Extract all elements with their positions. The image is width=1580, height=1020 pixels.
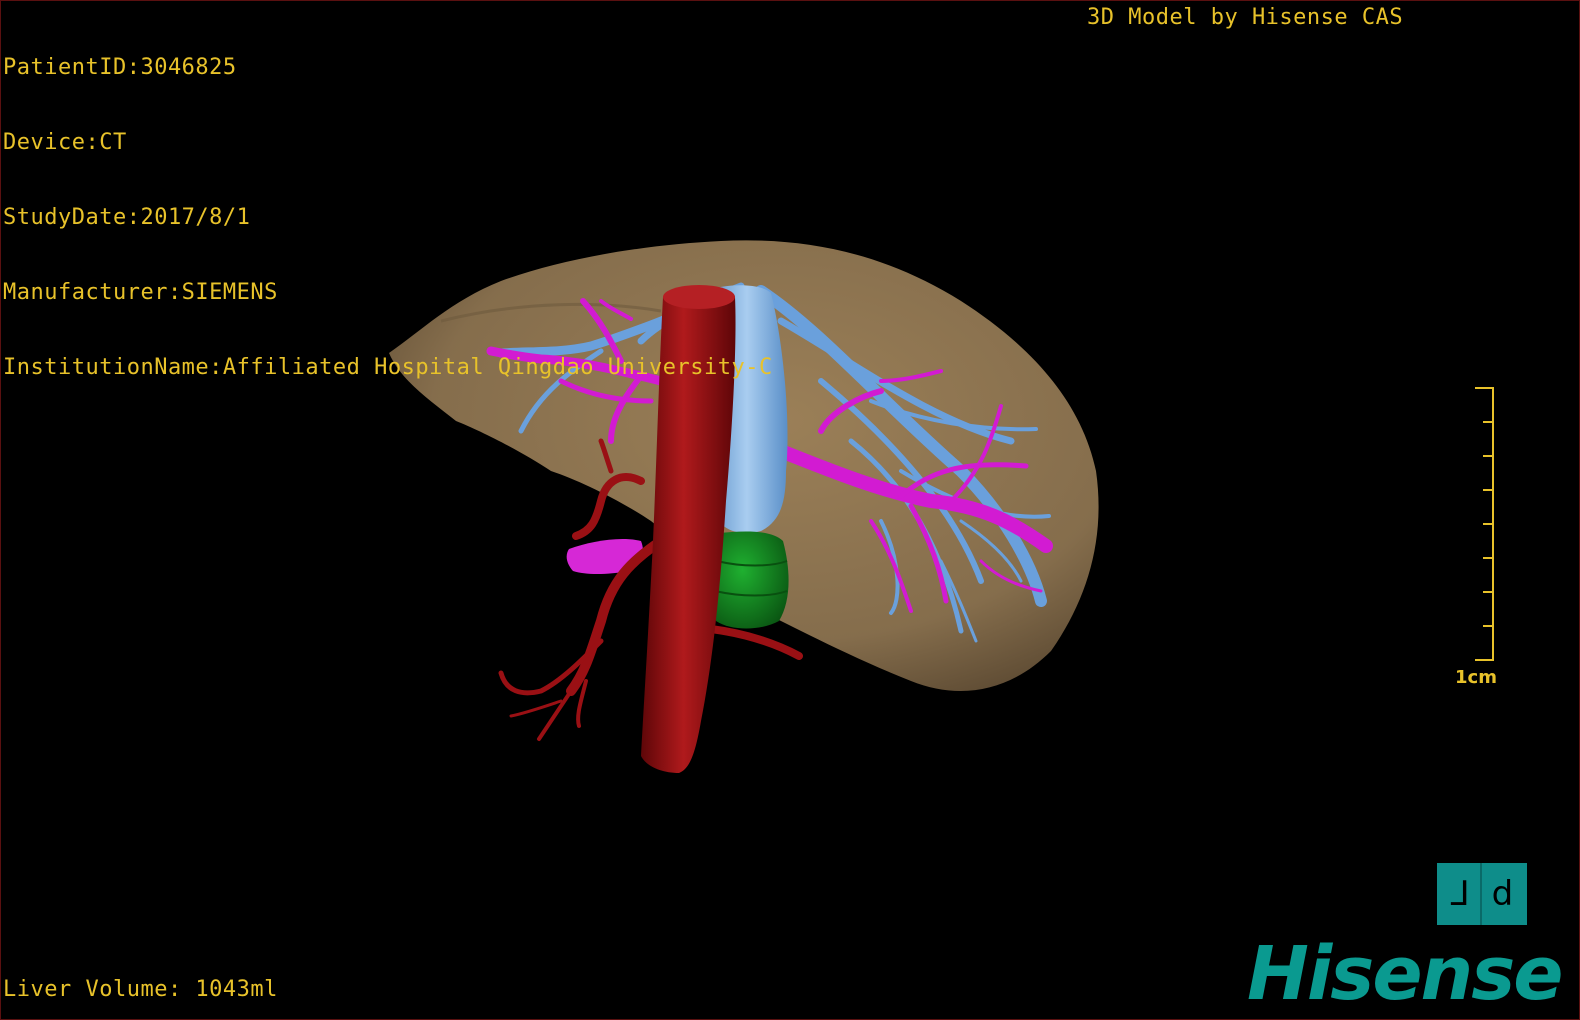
orientation-right-glyph: d	[1491, 874, 1514, 914]
scale-bar	[1475, 387, 1494, 661]
study-date: StudyDate:2017/8/1	[3, 205, 251, 230]
scale-label: 1cm	[1455, 667, 1497, 688]
model-credit: 3D Model by Hisense CAS	[1087, 5, 1404, 30]
device: Device:CT	[3, 130, 127, 155]
study-metadata: PatientID:3046825 Device:CT StudyDate:20…	[3, 5, 773, 430]
institution-name: InstitutionName:Affiliated Hospital Qing…	[3, 355, 773, 380]
orientation-divider	[1479, 863, 1482, 925]
gallbladder	[711, 531, 789, 629]
manufacturer: Manufacturer:SIEMENS	[3, 280, 278, 305]
liver-volume: Liver Volume: 1043ml	[3, 977, 278, 1002]
3d-viewport[interactable]: PatientID:3046825 Device:CT StudyDate:20…	[0, 0, 1580, 1020]
hisense-logo: Hisense	[1247, 931, 1563, 1017]
patient-id: PatientID:3046825	[3, 55, 237, 80]
orientation-cube[interactable]: ⅃ d	[1437, 863, 1527, 925]
orientation-left-glyph: ⅃	[1450, 874, 1470, 914]
